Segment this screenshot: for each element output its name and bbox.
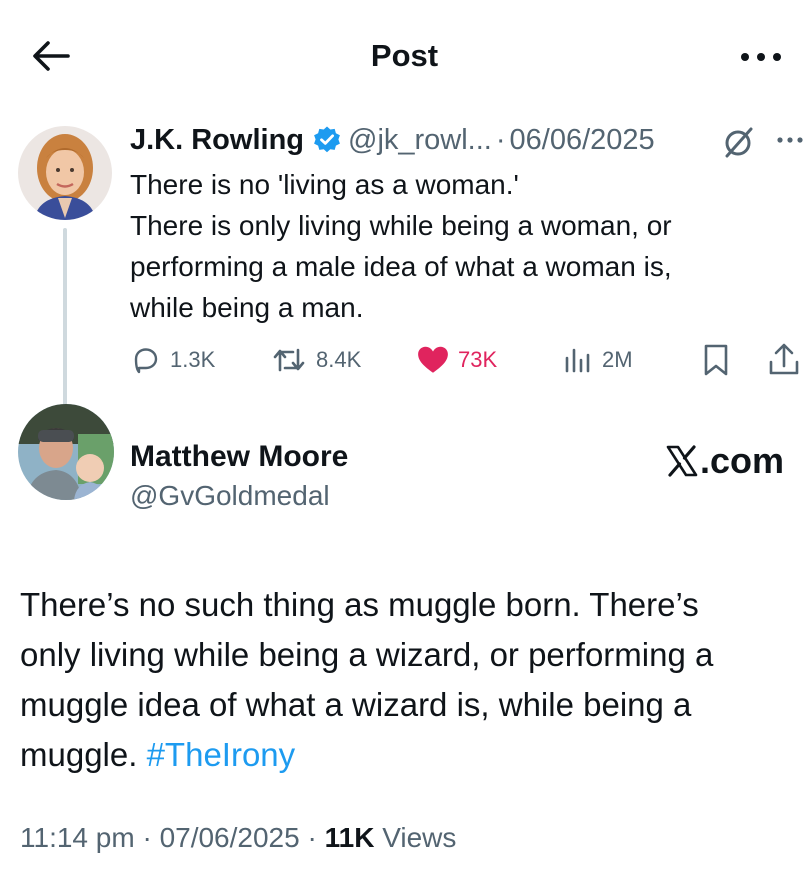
avatar-matthew-moore[interactable] bbox=[18, 404, 114, 500]
post-timestamp-views: 11:14 pm · 07/06/2025 · 11K Views bbox=[20, 822, 456, 854]
text-line: only living while being a wizard, or per… bbox=[20, 636, 714, 673]
more-horizontal-icon bbox=[777, 137, 803, 143]
post-text: There’s no such thing as muggle born. Th… bbox=[20, 580, 800, 780]
share-icon bbox=[769, 343, 799, 375]
bookmark-button[interactable] bbox=[700, 340, 732, 380]
post-date[interactable]: 06/06/2025 bbox=[510, 124, 655, 157]
parent-post-text: There is no 'living as a woman.' There i… bbox=[130, 164, 790, 328]
watermark-text: .com bbox=[700, 440, 785, 481]
author-name[interactable]: Matthew Moore bbox=[130, 440, 348, 474]
grok-button[interactable] bbox=[719, 124, 757, 160]
more-horizontal-icon bbox=[741, 53, 781, 61]
views-chart-icon bbox=[565, 348, 590, 373]
views-count[interactable]: 11K bbox=[325, 822, 375, 853]
like-count: 73K bbox=[458, 347, 498, 372]
like-button[interactable]: 73K bbox=[416, 340, 497, 380]
x-logo-icon bbox=[666, 445, 698, 477]
author-name[interactable]: J.K. Rowling bbox=[130, 124, 304, 157]
bookmark-icon bbox=[704, 344, 728, 376]
meta-separator: · bbox=[495, 123, 506, 156]
author-handle[interactable]: @jk_rowl... bbox=[348, 124, 492, 157]
meta-separator: · bbox=[307, 822, 317, 853]
more-options-button[interactable] bbox=[736, 36, 786, 76]
verified-badge-icon bbox=[314, 126, 340, 153]
post-date[interactable]: 07/06/2025 bbox=[160, 822, 300, 853]
repost-count: 8.4K bbox=[316, 347, 362, 372]
parent-post-more-button[interactable] bbox=[772, 126, 808, 156]
repost-icon bbox=[273, 348, 305, 372]
post-time[interactable]: 11:14 pm bbox=[20, 822, 135, 853]
reply-icon bbox=[134, 348, 158, 374]
share-button[interactable] bbox=[766, 340, 802, 380]
heart-filled-icon bbox=[418, 346, 448, 373]
text-line: muggle. #TheIrony bbox=[20, 730, 800, 780]
text-line: muggle idea of what a wizard is, while b… bbox=[20, 686, 692, 723]
meta-separator: · bbox=[142, 822, 152, 853]
text-segment: muggle. bbox=[20, 736, 138, 773]
avatar-jk-rowling[interactable] bbox=[18, 126, 112, 220]
x-com-watermark: .com bbox=[665, 440, 784, 482]
text-line: performing a male idea of what a woman i… bbox=[130, 251, 672, 282]
views-label: Views bbox=[382, 822, 457, 853]
avatar-photo bbox=[18, 404, 114, 500]
views-count: 2M bbox=[602, 347, 633, 372]
page-title: Post bbox=[370, 38, 439, 73]
avatar-photo bbox=[18, 126, 112, 220]
text-line: There’s no such thing as muggle born. Th… bbox=[20, 586, 699, 623]
hashtag-link[interactable]: #TheIrony bbox=[147, 736, 296, 773]
parent-post-meta: J.K. Rowling @jk_rowl... · 06/06/2025 bbox=[130, 120, 655, 160]
reply-count: 1.3K bbox=[170, 347, 216, 372]
author-handle[interactable]: @GvGoldmedal bbox=[130, 480, 330, 512]
grok-slash-icon bbox=[725, 127, 753, 158]
repost-button[interactable]: 8.4K bbox=[270, 340, 361, 380]
text-line: while being a man. bbox=[130, 292, 364, 323]
text-line: There is no 'living as a woman.' bbox=[130, 169, 519, 200]
reply-button[interactable]: 1.3K bbox=[130, 340, 215, 380]
thread-connector-line bbox=[63, 228, 67, 420]
views-button[interactable]: 2M bbox=[562, 340, 633, 380]
text-line: There is only living while being a woman… bbox=[130, 210, 672, 241]
